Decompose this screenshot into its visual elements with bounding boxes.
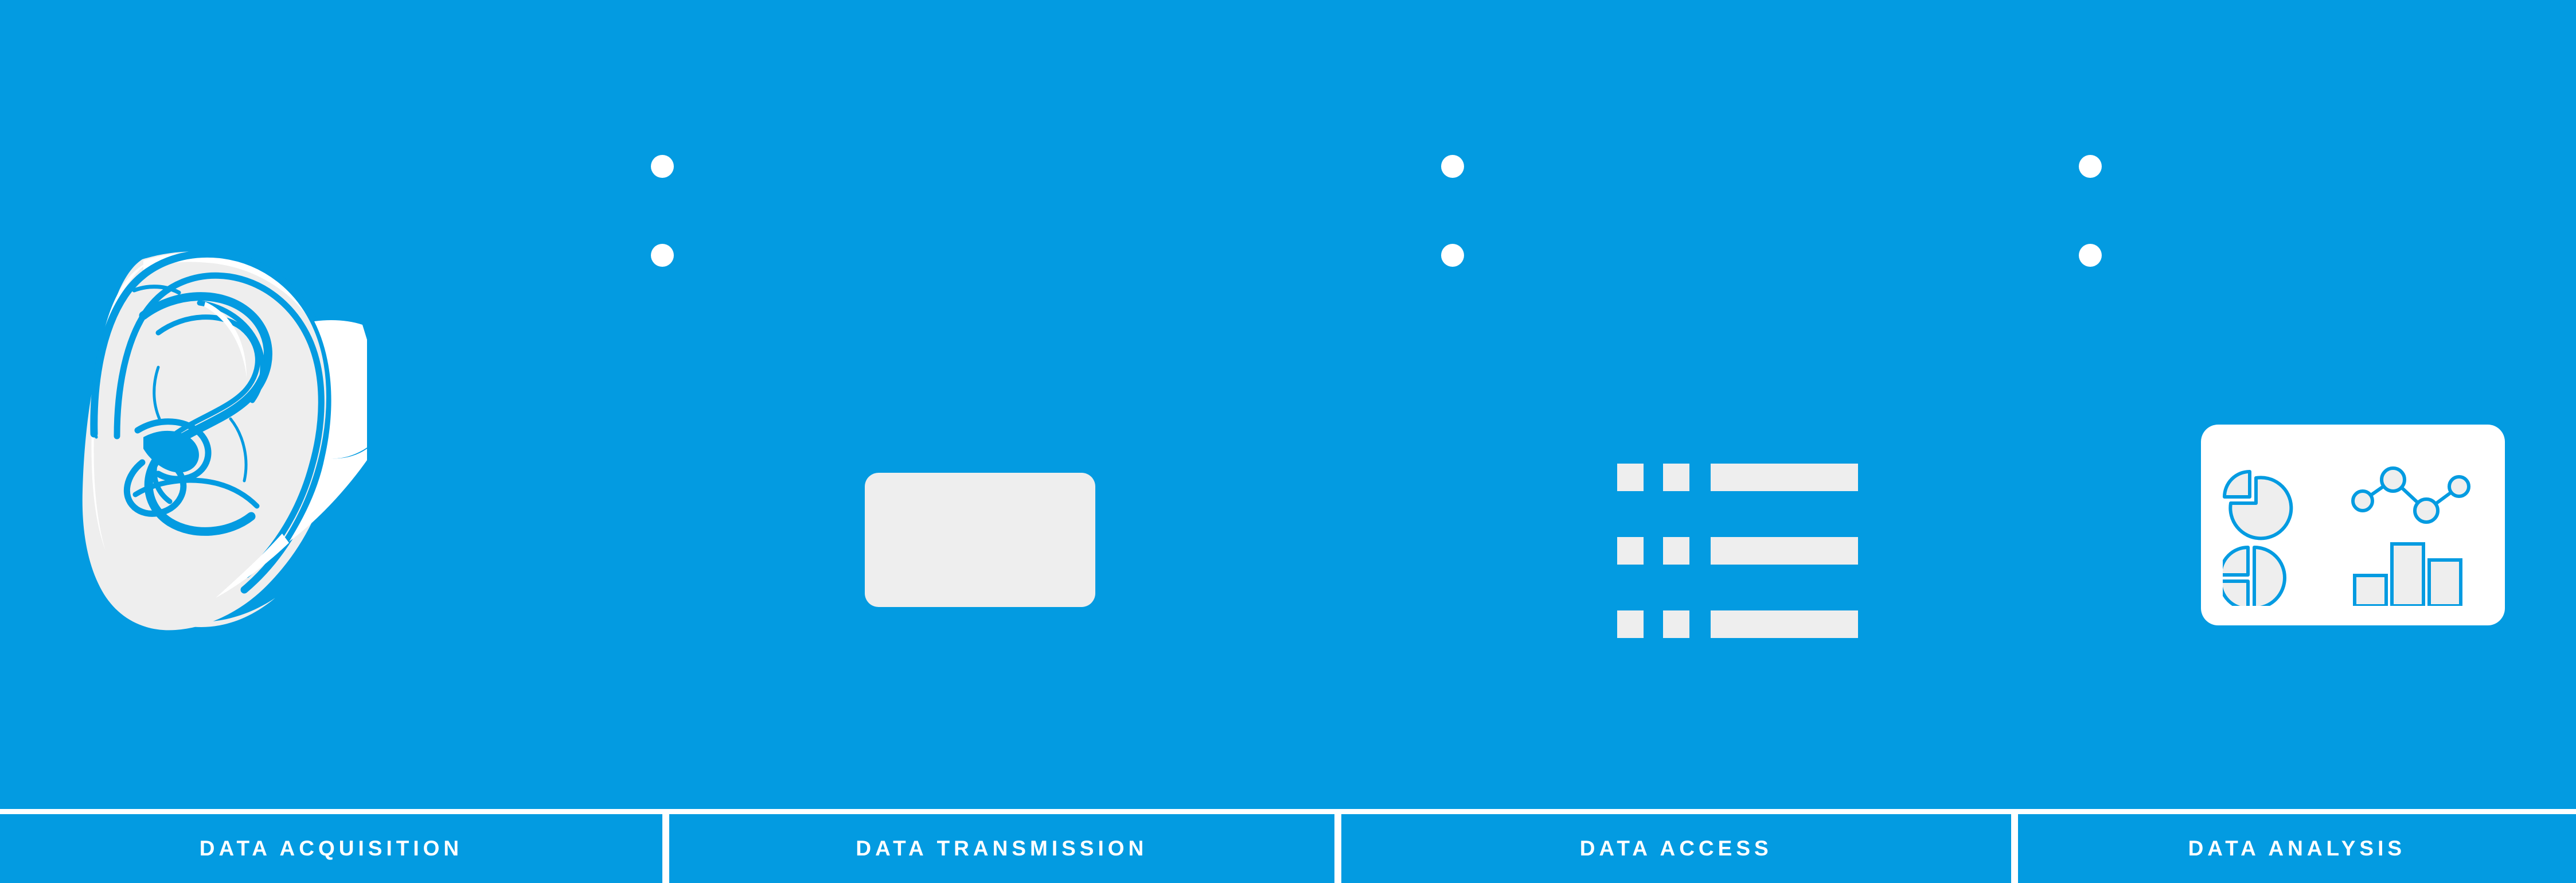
pie-chart-exploded-icon <box>2223 470 2293 540</box>
bar-chart-icon <box>2353 542 2462 606</box>
list-tile-icon <box>1617 537 1644 565</box>
list-tile-icon <box>1617 464 1644 491</box>
stage-label-text: Data Access <box>1579 837 1773 860</box>
list-row <box>1617 464 1858 491</box>
stage-label-data-acquisition[interactable]: Data Acquisition <box>0 814 662 883</box>
analytics-card-icon <box>2201 425 2505 625</box>
bullet-dot <box>2079 244 2102 267</box>
ear-icon <box>57 247 367 631</box>
bullet-dot <box>2079 155 2102 178</box>
stage-label-text: Data Acquisition <box>199 837 463 860</box>
list-bar-icon <box>1711 610 1858 638</box>
list-tile-icon <box>1663 464 1689 491</box>
pie-chart-quartered-icon <box>2223 546 2286 606</box>
hero-banner <box>0 0 2576 809</box>
list-bar-icon <box>1711 537 1858 565</box>
list-bar-icon <box>1711 464 1858 491</box>
line-chart-icon <box>2351 466 2470 524</box>
bullet-dot <box>651 155 674 178</box>
infographic-stage: Data Acquisition Data Transmission Data … <box>0 0 2576 883</box>
list-tile-icon <box>1663 610 1689 638</box>
list-row <box>1617 537 1858 565</box>
stage-label-data-access[interactable]: Data Access <box>1341 814 2011 883</box>
stage-label-text: Data Analysis <box>2188 837 2406 860</box>
rounded-rectangle-icon <box>865 473 1095 607</box>
bullet-dot <box>651 244 674 267</box>
bullet-dot <box>1441 155 1464 178</box>
list-tile-icon <box>1617 610 1644 638</box>
stage-label-bar: Data Acquisition Data Transmission Data … <box>0 814 2576 883</box>
stage-label-text: Data Transmission <box>856 837 1148 860</box>
stage-label-data-transmission[interactable]: Data Transmission <box>669 814 1334 883</box>
stage-label-data-analysis[interactable]: Data Analysis <box>2017 814 2576 883</box>
list-icon <box>1617 464 1858 638</box>
list-tile-icon <box>1663 537 1689 565</box>
list-row <box>1617 610 1858 638</box>
bullet-dot <box>1441 244 1464 267</box>
